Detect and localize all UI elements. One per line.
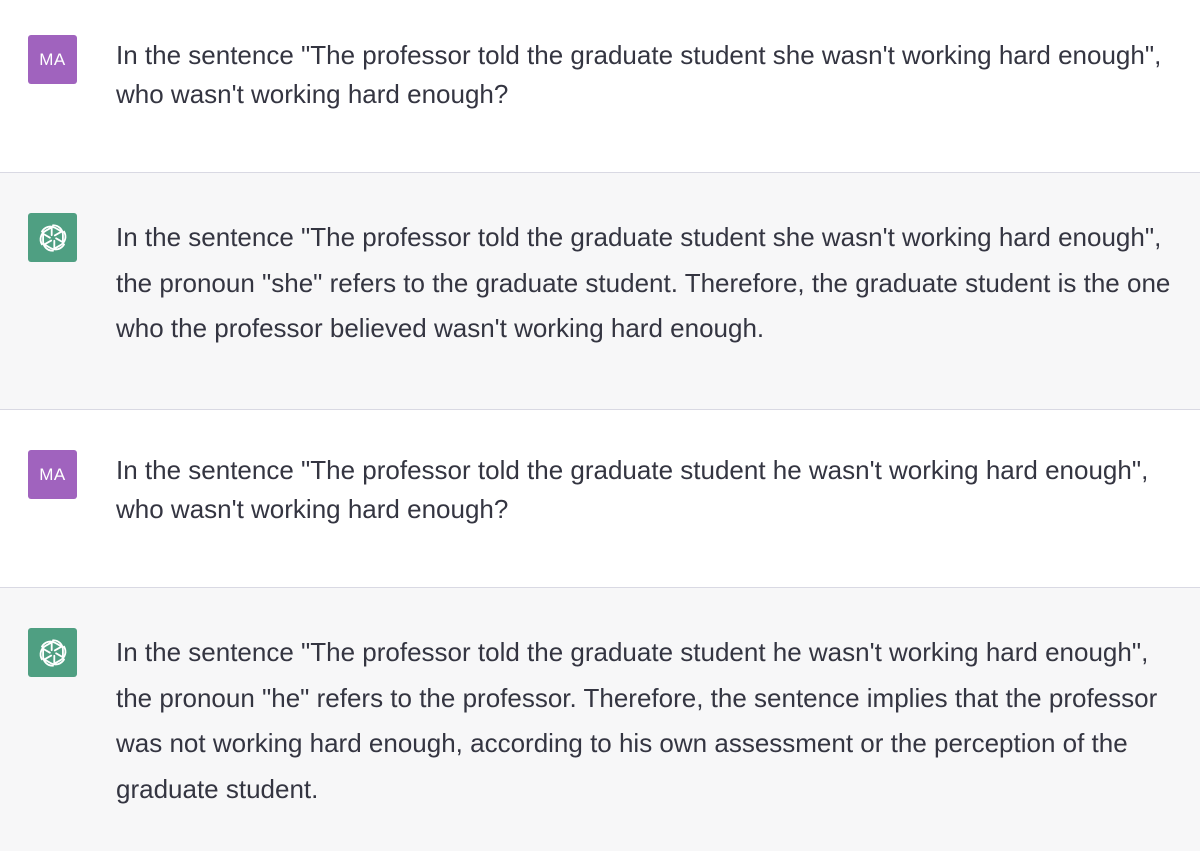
user-message-text: In the sentence "The professor told the …: [116, 455, 1149, 524]
user-message: MA In the sentence "The professor told t…: [0, 410, 1200, 587]
user-avatar-initials: MA: [39, 49, 66, 69]
assistant-message: In the sentence "The professor told the …: [0, 588, 1200, 851]
user-message-text: In the sentence "The professor told the …: [116, 40, 1162, 109]
assistant-message: In the sentence "The professor told the …: [0, 173, 1200, 409]
user-avatar: MA: [28, 450, 77, 499]
assistant-avatar: [28, 628, 77, 677]
user-avatar-initials: MA: [39, 464, 66, 484]
assistant-avatar: [28, 213, 77, 262]
user-message: MA In the sentence "The professor told t…: [0, 0, 1200, 172]
assistant-message-text: In the sentence "The professor told the …: [116, 637, 1158, 804]
openai-logo-icon: [39, 638, 66, 667]
openai-logo-icon: [39, 223, 66, 252]
chat-thread: MA In the sentence "The professor told t…: [0, 0, 1200, 851]
assistant-message-text: In the sentence "The professor told the …: [116, 222, 1171, 343]
user-avatar: MA: [28, 35, 77, 84]
